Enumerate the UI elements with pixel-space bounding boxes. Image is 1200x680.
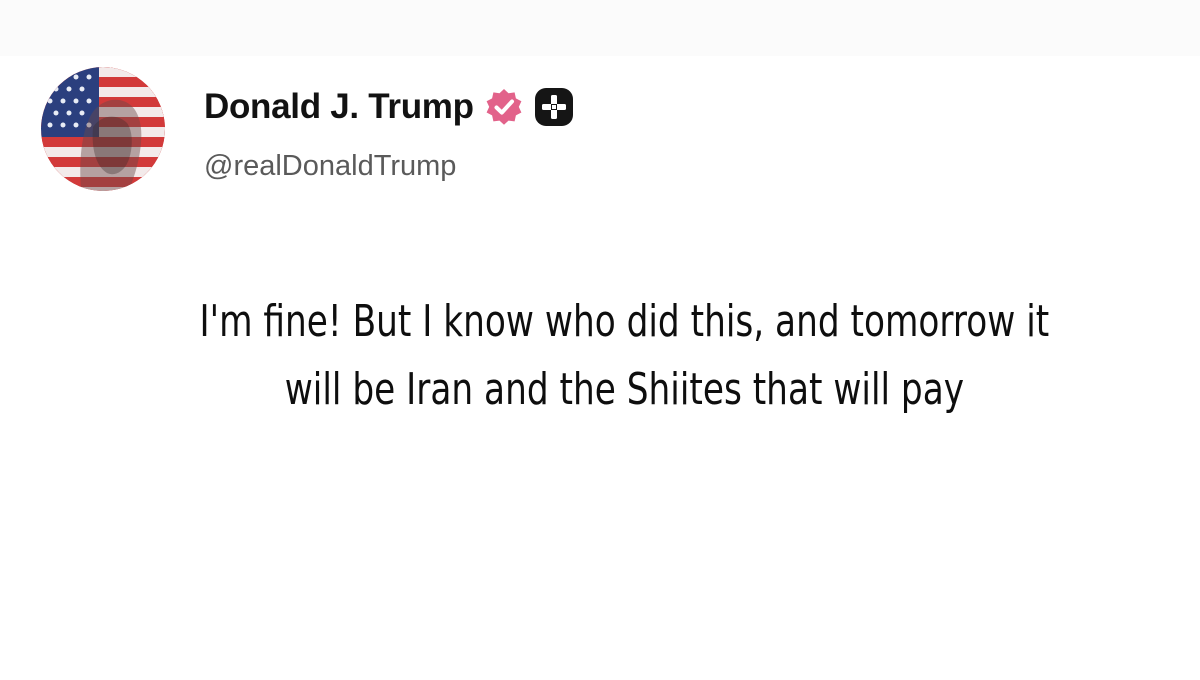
flag-portrait-avatar-icon xyxy=(41,67,165,191)
top-margin xyxy=(0,0,1200,56)
verified-badge-icon xyxy=(484,87,524,127)
author-name-row: Donald J. Trump xyxy=(204,84,576,130)
post-text-line: will be Iran and the Shiites that will p… xyxy=(284,364,965,415)
post-text-line: I'm fine! But I know who did this, and t… xyxy=(199,296,1050,347)
plus-badge-icon xyxy=(532,85,576,129)
author-display-name[interactable]: Donald J. Trump xyxy=(204,84,474,130)
author-handle[interactable]: @realDonaldTrump xyxy=(204,148,456,184)
avatar[interactable] xyxy=(41,67,165,191)
post-body-text: I'm fine! But I know who did this, and t… xyxy=(172,288,1077,424)
